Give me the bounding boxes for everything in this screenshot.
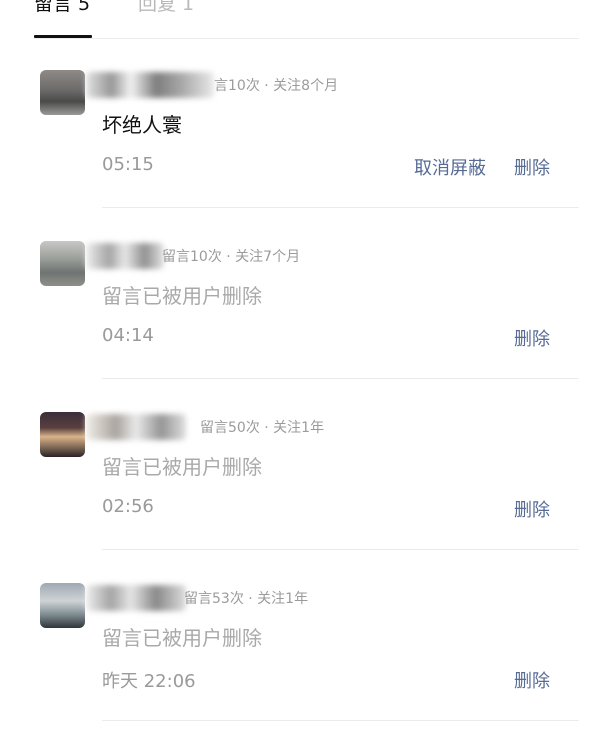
delete-button[interactable]: 删除 bbox=[514, 496, 550, 522]
comment-item: 言10次 · 关注8个月 坏绝人寰 05:15 取消屏蔽 删除 bbox=[0, 70, 597, 241]
comment-meta: 留言50次 · 关注1年 bbox=[200, 420, 325, 436]
username-redacted bbox=[86, 72, 214, 98]
tab-bar: 留言 5 回复 1 bbox=[0, 0, 597, 40]
comment-item: 留言10次 · 关注7个月 留言已被用户删除 04:14 删除 bbox=[0, 241, 597, 412]
comment-time: 04:14 bbox=[102, 325, 154, 346]
avatar[interactable] bbox=[40, 412, 85, 457]
divider bbox=[102, 549, 579, 550]
comment-text: 留言已被用户删除 bbox=[102, 626, 262, 650]
username-redacted bbox=[86, 585, 186, 611]
unhide-button[interactable]: 取消屏蔽 bbox=[414, 154, 486, 180]
comment-text: 留言已被用户删除 bbox=[102, 284, 262, 308]
comment-item: 留言53次 · 关注1年 留言已被用户删除 昨天 22:06 删除 bbox=[0, 583, 597, 754]
delete-button[interactable]: 删除 bbox=[514, 667, 550, 693]
comment-text: 留言已被用户删除 bbox=[102, 455, 262, 479]
comment-text: 坏绝人寰 bbox=[102, 113, 182, 137]
comment-item: 留言50次 · 关注1年 留言已被用户删除 02:56 删除 bbox=[0, 412, 597, 583]
delete-button[interactable]: 删除 bbox=[514, 154, 550, 180]
username-redacted bbox=[86, 414, 186, 440]
username-redacted bbox=[86, 243, 164, 269]
comment-meta: 留言53次 · 关注1年 bbox=[184, 591, 309, 607]
divider bbox=[102, 720, 579, 721]
avatar[interactable] bbox=[40, 70, 85, 115]
comment-meta: 留言10次 · 关注7个月 bbox=[162, 249, 301, 265]
comment-time: 02:56 bbox=[102, 496, 154, 517]
divider bbox=[102, 378, 579, 379]
comment-meta: 言10次 · 关注8个月 bbox=[214, 78, 339, 94]
avatar[interactable] bbox=[40, 241, 85, 286]
comment-time: 05:15 bbox=[102, 154, 154, 175]
tab-replies[interactable]: 回复 1 bbox=[138, 0, 194, 16]
tab-comments[interactable]: 留言 5 bbox=[34, 0, 90, 16]
divider bbox=[102, 207, 579, 208]
delete-button[interactable]: 删除 bbox=[514, 325, 550, 351]
tabs-divider bbox=[34, 38, 579, 39]
avatar[interactable] bbox=[40, 583, 85, 628]
comment-time: 昨天 22:06 bbox=[102, 671, 196, 692]
